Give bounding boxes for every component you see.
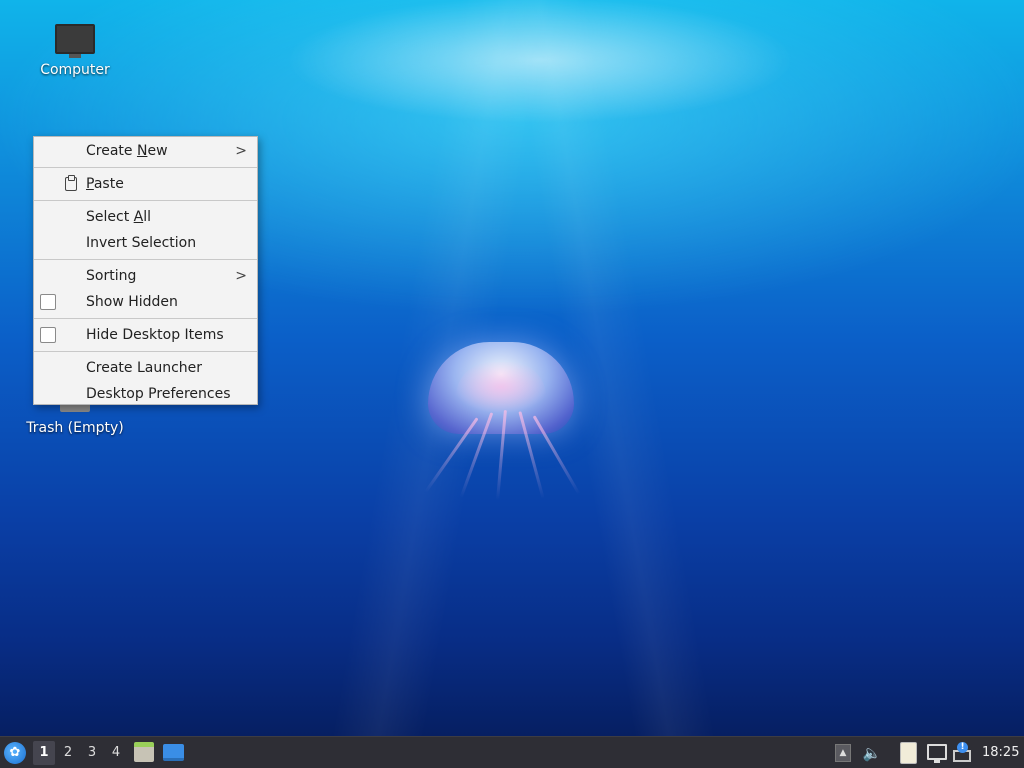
wallpaper-jellyfish xyxy=(380,340,600,510)
computer-icon xyxy=(55,24,95,58)
chevron-right-icon: > xyxy=(235,268,247,284)
hide-desktop-items-checkbox[interactable] xyxy=(40,327,56,343)
menu-item-label: Desktop Preferences xyxy=(86,386,231,402)
show-desktop-icon[interactable] xyxy=(163,744,184,761)
show-hidden-checkbox[interactable] xyxy=(40,294,56,310)
menu-item-create-launcher[interactable]: Create Launcher xyxy=(34,355,257,381)
chevron-right-icon: > xyxy=(235,143,247,159)
workspace-4-button[interactable]: 4 xyxy=(105,741,127,765)
menu-item-create-new[interactable]: Create New > xyxy=(34,138,257,164)
desktop-context-menu: Create New > Paste Select All Invert Sel… xyxy=(33,136,258,405)
menu-item-paste[interactable]: Paste xyxy=(34,171,257,197)
clock[interactable]: 18:25 xyxy=(982,737,1022,768)
menu-separator xyxy=(34,315,257,322)
menu-item-sorting[interactable]: Sorting > xyxy=(34,263,257,289)
volume-icon[interactable]: 🔈 xyxy=(862,743,882,763)
menu-separator xyxy=(34,197,257,204)
desktop-icon-label: Computer xyxy=(40,62,110,78)
menu-item-label: Select All xyxy=(86,209,151,225)
taskbar: ✿ 1 2 3 4 ▲ 🔈 ! 18:25 xyxy=(0,736,1024,768)
tray-expand-icon[interactable]: ▲ xyxy=(835,744,851,762)
menu-item-desktop-preferences[interactable]: Desktop Preferences xyxy=(34,381,257,407)
menu-item-label: Invert Selection xyxy=(86,235,197,251)
start-menu-icon[interactable]: ✿ xyxy=(4,742,26,764)
menu-item-label: Create New xyxy=(86,143,168,159)
menu-item-label: Show Hidden xyxy=(86,294,178,310)
menu-separator xyxy=(34,256,257,263)
menu-item-label: Create Launcher xyxy=(86,360,203,376)
update-notifier-icon[interactable]: ! xyxy=(953,742,973,762)
desktop-icon-computer[interactable]: Computer xyxy=(20,24,130,78)
desktop-icon-label: Trash (Empty) xyxy=(26,420,124,436)
menu-separator xyxy=(34,348,257,355)
menu-item-hide-desktop-items[interactable]: Hide Desktop Items xyxy=(34,322,257,348)
file-manager-icon[interactable] xyxy=(134,742,154,762)
menu-item-label: Paste xyxy=(86,176,124,192)
workspace-2-button[interactable]: 2 xyxy=(57,741,79,765)
paste-icon xyxy=(65,175,77,191)
menu-item-label: Sorting xyxy=(86,268,137,284)
menu-item-show-hidden[interactable]: Show Hidden xyxy=(34,289,257,315)
menu-separator xyxy=(34,164,257,171)
network-icon[interactable] xyxy=(927,744,947,763)
menu-item-invert-selection[interactable]: Invert Selection xyxy=(34,230,257,256)
menu-item-label: Hide Desktop Items xyxy=(86,327,224,343)
menu-item-select-all[interactable]: Select All xyxy=(34,204,257,230)
workspace-1-button[interactable]: 1 xyxy=(33,741,55,765)
jellyfish-inner xyxy=(456,362,546,412)
clipboard-icon[interactable] xyxy=(900,742,917,764)
workspace-3-button[interactable]: 3 xyxy=(81,741,103,765)
